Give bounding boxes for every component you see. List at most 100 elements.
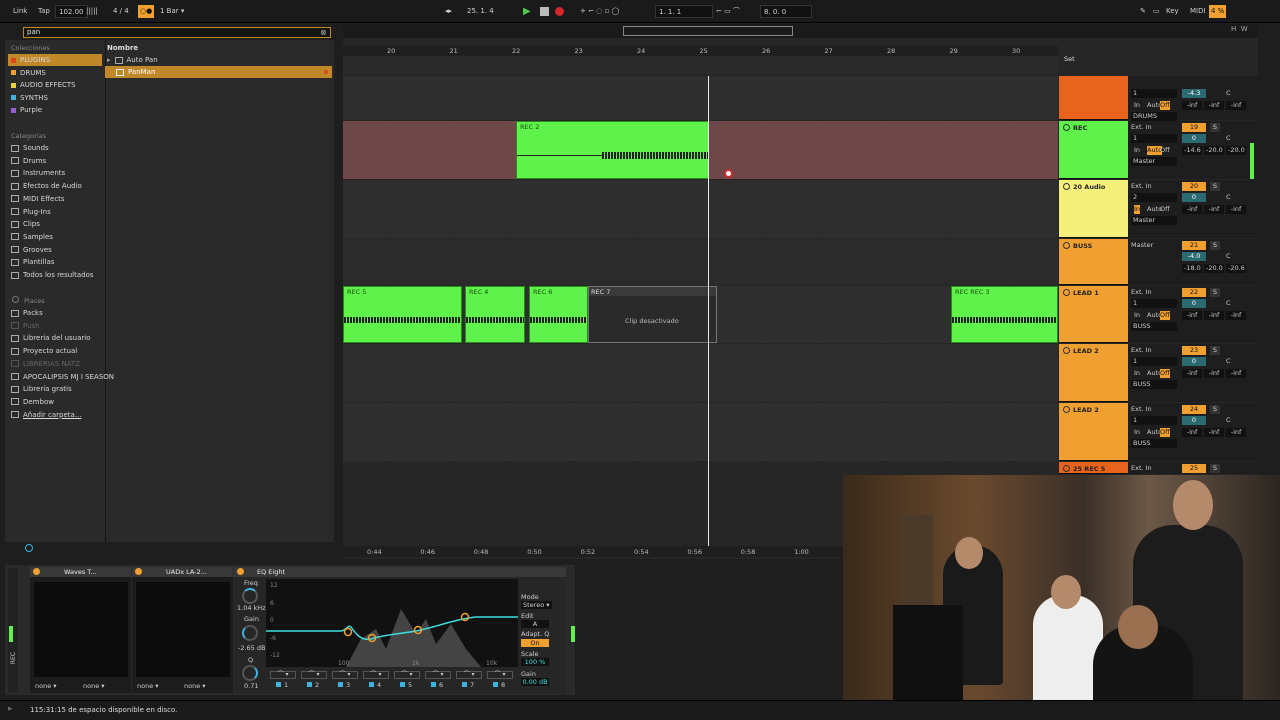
input-channel-select[interactable]: 1 [1131,299,1177,308]
place-item[interactable]: Proyecto actual [11,345,77,357]
pan-field[interactable]: C [1226,193,1231,202]
place-item[interactable]: Añadir carpeta... [11,409,81,421]
band-filter-type-select[interactable]: ⌒ ▾ [363,671,389,679]
band-enable-toggle[interactable] [431,682,436,687]
eq-edit-toggle[interactable]: A [521,620,549,628]
clip-rec-5[interactable]: REC 5 [343,286,462,343]
monitor-button[interactable]: In [1134,101,1140,110]
eq-output-gain-value[interactable]: 0.00 dB [521,678,549,686]
send-field[interactable]: -20.0 [1204,146,1224,155]
band-enable-toggle[interactable] [493,682,498,687]
tap-button[interactable]: Tap [38,5,50,18]
send-field[interactable]: -inf [1204,205,1224,214]
input-channel-select[interactable]: 1 [1131,416,1177,425]
send-field[interactable]: -14.6 [1182,146,1202,155]
input-channel-select[interactable]: 2 [1131,193,1177,202]
send-field[interactable]: -20.0 [1226,146,1246,155]
send-field[interactable]: -inf [1204,311,1224,320]
place-item[interactable]: APOCALIPSIS MJ I SEASON [11,371,114,383]
solo-button[interactable]: S [1210,346,1220,355]
band-enable-toggle[interactable] [307,682,312,687]
input-type-select[interactable]: Ext. In [1131,464,1152,473]
eq-scale-value[interactable]: 100 % [521,658,549,666]
track-name[interactable]: 20 Audio [1073,183,1105,191]
input-type-select[interactable]: Master [1131,241,1153,250]
category-item[interactable]: Efectos de Audio [11,180,82,192]
loop-start[interactable]: 1. 1. 1 [655,5,713,18]
category-item[interactable]: Plantillas [11,256,54,268]
key-map-button[interactable]: Key [1166,5,1179,18]
category-item[interactable]: Clips [11,218,40,230]
place-item[interactable]: LIBRERIAS NATZ [11,358,80,370]
band-filter-type-select[interactable]: ⌒ ▾ [425,671,451,679]
clip-rec-3[interactable]: REC REC 3 [951,286,1058,343]
loop-icons[interactable]: ⌐ ▭ ⌒ [716,5,740,18]
waves-plugin-panel[interactable] [34,582,128,677]
pan-field[interactable]: C [1226,416,1231,425]
category-item[interactable]: Instruments [11,167,65,179]
track-name[interactable]: 25 REC 5 [1073,465,1105,473]
solo-button[interactable]: S [1210,241,1220,250]
uadx-macro-select-1[interactable]: none ▾ [137,682,159,690]
pencil-icon[interactable]: ✎ [1140,5,1146,18]
monitor-button[interactable]: Off [1160,428,1170,437]
category-item[interactable]: Todos los resultados [11,269,94,281]
category-item[interactable]: Sounds [11,142,49,154]
track-activator[interactable]: 19 [1182,123,1206,132]
quantize-dropdown[interactable]: 1 Bar ▾ [160,5,184,18]
monitor-button[interactable]: In [1134,205,1141,214]
send-field[interactable]: -inf [1226,369,1246,378]
track-header[interactable]: BUSS [1059,239,1128,285]
clip-rec-4[interactable]: REC 4 [465,286,525,343]
input-type-select[interactable]: Ext. In [1131,288,1152,297]
computer-keys-icon[interactable]: ▭ [1153,5,1160,18]
track-name[interactable]: BUSS [1073,242,1092,250]
output-select[interactable]: BUSS [1131,322,1177,331]
band-enable-toggle[interactable] [369,682,374,687]
band-filter-type-select[interactable]: ⌒ ▾ [301,671,327,679]
eq-display[interactable] [266,579,518,667]
monitor-button[interactable]: Off [1160,101,1170,110]
output-select[interactable]: BUSS [1131,439,1177,448]
band-enable-toggle[interactable] [276,682,281,687]
volume-field[interactable]: 0 [1182,299,1206,308]
clip-rec-7-disabled[interactable]: REC 7 Clip desactivado [588,286,717,343]
overview-strip[interactable] [343,24,1258,38]
status-arrow-icon[interactable]: ▸ [8,704,13,714]
place-item[interactable]: Packs [11,307,43,319]
band-enable-toggle[interactable] [400,682,405,687]
place-item[interactable]: Librería del usuario [11,332,91,344]
clip-rec-6[interactable]: REC 6 [529,286,588,343]
solo-button[interactable]: S [1210,123,1220,132]
clip-rec-2[interactable]: REC 2 [516,121,709,179]
track-name[interactable]: REC [1073,124,1087,132]
track-header[interactable]: 25 REC 5 [1059,462,1128,474]
track-name[interactable]: LEAD 1 [1073,289,1099,297]
send-field[interactable]: -inf [1182,369,1202,378]
send-field[interactable]: -inf [1204,101,1224,110]
place-item[interactable]: Push [11,320,40,332]
volume-field[interactable]: 0 [1182,357,1206,366]
band-enable-toggle[interactable] [338,682,343,687]
device-on-icon[interactable] [135,568,142,575]
volume-field[interactable]: -4.0 [1182,252,1206,261]
track-header[interactable] [1059,76,1128,120]
input-channel-select[interactable]: 1 [1131,134,1177,143]
send-field[interactable]: -20.6 [1226,264,1246,273]
volume-field[interactable]: -4.3 [1182,89,1206,98]
metronome-button[interactable]: ○● [138,5,155,18]
fold-icon[interactable] [1063,124,1070,131]
track-name[interactable]: LEAD 2 [1073,406,1099,414]
fold-icon[interactable] [1063,183,1070,190]
send-field[interactable]: -inf [1204,369,1224,378]
loop-length[interactable]: 8. 0. 0 [760,5,812,18]
send-field[interactable]: -inf [1226,428,1246,437]
uadx-plugin-panel[interactable] [136,582,230,677]
track-header[interactable]: LEAD 1 [1059,286,1128,343]
waves-macro-select-1[interactable]: none ▾ [35,682,57,690]
send-field[interactable]: -inf [1204,428,1224,437]
device-on-icon[interactable] [33,568,40,575]
solo-button[interactable]: S [1210,288,1220,297]
song-position[interactable]: 25. 1. 4 [467,5,494,18]
pan-field[interactable]: C [1226,357,1231,366]
